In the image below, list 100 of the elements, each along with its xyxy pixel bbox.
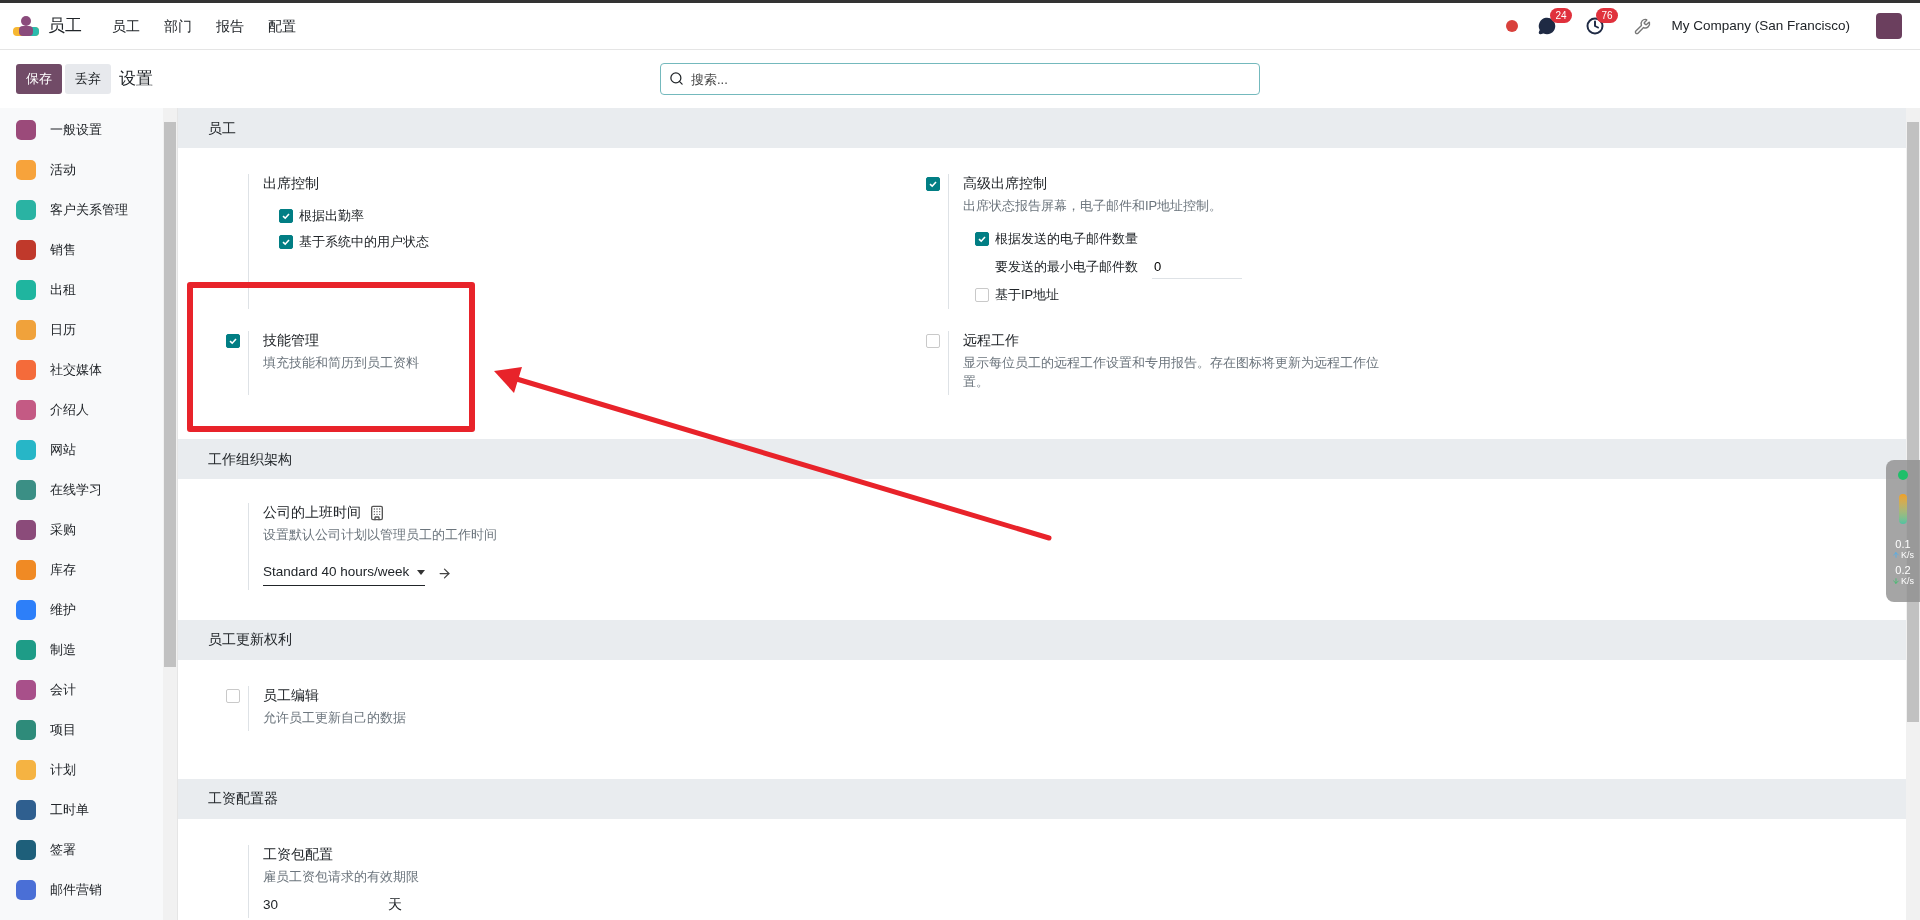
app-icon [16,240,36,260]
chat-icon[interactable] [1538,17,1557,35]
setting-title: 工资包配置 [263,845,333,864]
sidebar-item[interactable]: 在线学习 [0,470,163,510]
setting-description: 填充技能和简历到员工资料 [263,354,419,372]
section-header: 工资配置器 [178,778,1906,819]
menu-item[interactable]: 员工 [100,15,152,37]
sidebar-item[interactable]: 项目 [0,710,163,750]
sidebar-item[interactable]: 出租 [0,270,163,310]
checkmark-icon [977,234,987,244]
checkmark-icon [928,179,938,189]
setting-title: 高级出席控制 [963,175,1047,193]
caret-icon [417,569,426,575]
arrow-up-icon [1892,551,1900,559]
sidebar-item[interactable]: 库存 [0,550,163,590]
tools-icon[interactable] [1634,17,1652,35]
people-logo-icon[interactable] [12,15,40,37]
sidebar-item[interactable]: 会计 [0,670,163,710]
sidebar-item[interactable]: 一般设置 [0,110,163,150]
setting-checkbox[interactable] [926,333,940,348]
arrow-right-icon[interactable] [437,566,453,582]
option-label: 基于IP地址 [995,286,1060,305]
app-icon [16,120,36,140]
download-unit: K/s [1901,576,1914,586]
option-label: 根据出勤率 [299,207,364,226]
app-icon [16,480,36,500]
app-icon [16,520,36,540]
save-button[interactable]: 保存 [16,64,62,94]
app-icon [16,760,36,780]
field-label: 要发送的最小电子邮件数 [995,258,1138,277]
app-icon [16,440,36,460]
app-icon [16,880,36,900]
setting-description: 允许员工更新自己的数据 [263,708,406,727]
sidebar-item[interactable]: 网站 [0,430,163,470]
option-checkbox[interactable] [975,232,989,246]
option-checkbox[interactable] [279,209,293,223]
sidebar-item[interactable]: 签署 [0,830,163,870]
checkmark-icon [281,211,291,221]
section-header: 工作组织架构 [178,439,1906,479]
arrow-down-icon [1892,577,1900,585]
app-icon [16,160,36,180]
option-checkbox[interactable] [279,234,293,249]
setting-description: 设置默认公司计划以管理员工的工作时间 [263,526,497,545]
download-speed: 0.2 [1895,564,1911,576]
sidebar-item[interactable]: 销售 [0,230,163,270]
setting-checkbox[interactable] [926,177,940,191]
menu-item[interactable]: 部门 [152,15,204,37]
section-header: 员工更新权利 [178,619,1906,660]
activity-count: 76 [1596,8,1618,23]
option-label: 根据发送的电子邮件数量 [995,230,1138,249]
scrollbar[interactable] [163,108,177,920]
search-icon [669,71,684,86]
sidebar-item[interactable]: 工时单 [0,790,163,830]
sidebar-item[interactable]: 采购 [0,510,163,550]
app-icon [16,640,36,660]
menu-item[interactable]: 报告 [204,15,256,37]
duration-unit: 天 [388,896,403,914]
option-checkbox[interactable] [975,288,989,302]
setting-checkbox[interactable] [226,688,240,703]
sidebar-item[interactable]: 活动 [0,150,163,190]
app-name[interactable]: 员工 [48,13,82,39]
number-field[interactable]: 0 [1152,254,1242,280]
setting-title: 技能管理 [263,331,319,350]
upload-unit: K/s [1901,550,1914,560]
setting-description: 显示每位员工的远程工作设置和专用报告。存在图标将更新为远程工作位置。 [963,354,1380,391]
app-icon [16,680,36,700]
app-icon [16,560,36,580]
menu-item[interactable]: 配置 [256,15,308,37]
sidebar-item[interactable]: 社交媒体 [0,350,163,390]
app-icon [16,280,36,300]
app-icon [16,600,36,620]
search-field[interactable]: 搜索... [660,63,1260,95]
app-icon [16,400,36,420]
app-icon [16,320,36,340]
schedule-select[interactable]: Standard 40 hours/week [263,562,426,586]
sidebar-item[interactable]: 计划 [0,750,163,790]
page-title: 设置 [119,68,153,91]
setting-title: 出席控制 [263,175,319,193]
sidebar-item[interactable]: 维护 [0,590,163,630]
app-icon [16,840,36,860]
setting-checkbox[interactable] [226,333,240,348]
sidebar-item[interactable]: 邮件营销 [0,870,163,910]
notification-count: 24 [1550,8,1572,23]
sidebar-item[interactable]: 制造 [0,630,163,670]
app-icon [16,800,36,820]
app-icon [16,720,36,740]
app-icon [16,200,36,220]
setting-title: 远程工作 [963,331,1019,350]
sidebar-item[interactable]: 日历 [0,310,163,350]
company-name[interactable]: My Company (San Francisco) [1671,15,1850,37]
discard-button[interactable]: 丢弃 [65,64,111,94]
app-icon [16,360,36,380]
duration-value[interactable]: 30 [263,896,279,914]
setting-title: 公司的上班时间 [263,504,361,522]
sidebar-item[interactable]: 客户关系管理 [0,190,163,230]
option-label: 基于系统中的用户状态 [299,232,429,251]
sidebar-item[interactable]: 介绍人 [0,390,163,430]
clock-icon[interactable] [1586,17,1605,35]
setting-title: 员工编辑 [263,686,319,705]
setting-description: 出席状态报告屏幕，电子邮件和IP地址控制。 [963,197,1224,216]
